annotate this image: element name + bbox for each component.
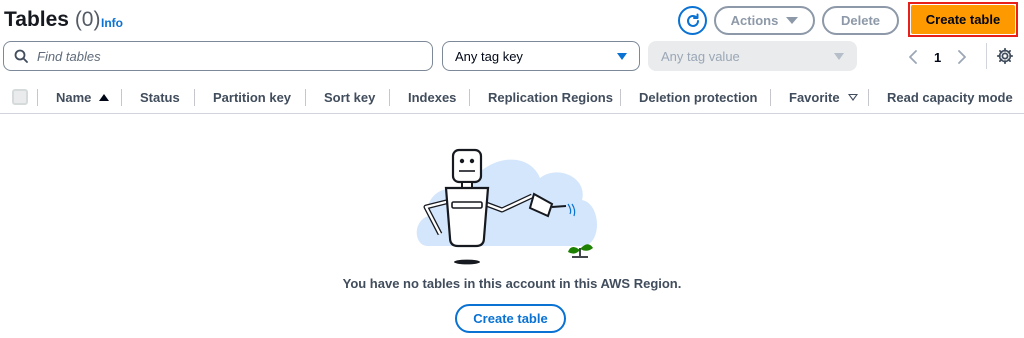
settings-icon [996,47,1014,65]
page-header: Tables (0) Info Actions Delete Create ta… [0,0,1024,40]
column-separator [868,89,869,106]
column-label: Name [56,90,92,105]
column-separator [770,89,771,106]
column-header-name[interactable]: Name [56,90,110,105]
actions-button[interactable]: Actions [714,6,815,35]
column-header-indexes[interactable]: Indexes [408,90,456,105]
create-table-button[interactable]: Create table [911,5,1015,34]
column-separator [620,89,621,106]
column-label: Read capacity mode [887,90,1013,105]
select-all-checkbox[interactable] [12,89,28,105]
column-label: Sort key [324,90,376,105]
caret-down-icon [786,17,799,24]
column-header-favorite[interactable]: Favorite [789,90,858,105]
delete-button[interactable]: Delete [822,6,899,35]
settings-button[interactable] [996,47,1014,70]
search-icon [14,49,28,63]
empty-create-table-button[interactable]: Create table [455,304,566,333]
caret-down-icon [834,52,844,60]
column-header-sort-key[interactable]: Sort key [324,90,375,105]
column-header-partition-key[interactable]: Partition key [213,90,291,105]
column-separator [194,89,195,106]
page-number[interactable]: 1 [934,50,941,65]
page-title: Tables (0) [4,8,100,32]
tag-value-label: Any tag value [661,48,740,64]
search-input[interactable]: Find tables [3,41,433,71]
chevron-left-icon[interactable] [908,50,918,64]
column-label: Favorite [789,90,840,105]
column-header-read-capacity-mode[interactable]: Read capacity mode [887,90,1013,105]
column-separator [305,89,306,106]
tag-key-label: Any tag key [455,48,523,64]
tag-key-select[interactable]: Any tag key [442,41,640,71]
column-label: Status [140,90,180,105]
column-separator [121,89,122,106]
sort-ascending-icon [99,94,110,101]
refresh-button[interactable] [678,6,707,35]
caret-down-icon [617,52,627,60]
column-label: Deletion protection [639,90,758,105]
page-title-text: Tables [4,8,69,31]
table-count: (0) [74,8,101,31]
actions-label: Actions [730,13,779,28]
pager-divider [986,43,987,69]
search-placeholder: Find tables [37,48,101,64]
column-separator [469,89,470,106]
column-label: Replication Regions [488,90,613,105]
info-link[interactable]: Info [101,16,123,30]
delete-label: Delete [840,13,881,28]
table-header: Name Status Partition key Sort key Index… [0,82,1024,114]
column-label: Partition key [213,90,292,105]
column-header-replication-regions[interactable]: Replication Regions [488,90,613,105]
column-separator [37,89,38,106]
filter-icon[interactable] [847,94,858,101]
column-separator [389,89,390,106]
filter-row: Find tables Any tag key Any tag value 1 [0,41,1024,73]
column-header-deletion-protection[interactable]: Deletion protection [639,90,757,105]
empty-state-message: You have no tables in this account in th… [342,276,682,291]
pagination: 1 [908,45,967,69]
chevron-right-icon[interactable] [957,50,967,64]
column-label: Indexes [408,90,457,105]
refresh-icon [686,13,699,27]
column-header-status[interactable]: Status [140,90,180,105]
robot-watering-can-illustration [416,148,597,265]
empty-state: You have no tables in this account in th… [0,114,1024,338]
tag-value-select: Any tag value [648,41,857,71]
